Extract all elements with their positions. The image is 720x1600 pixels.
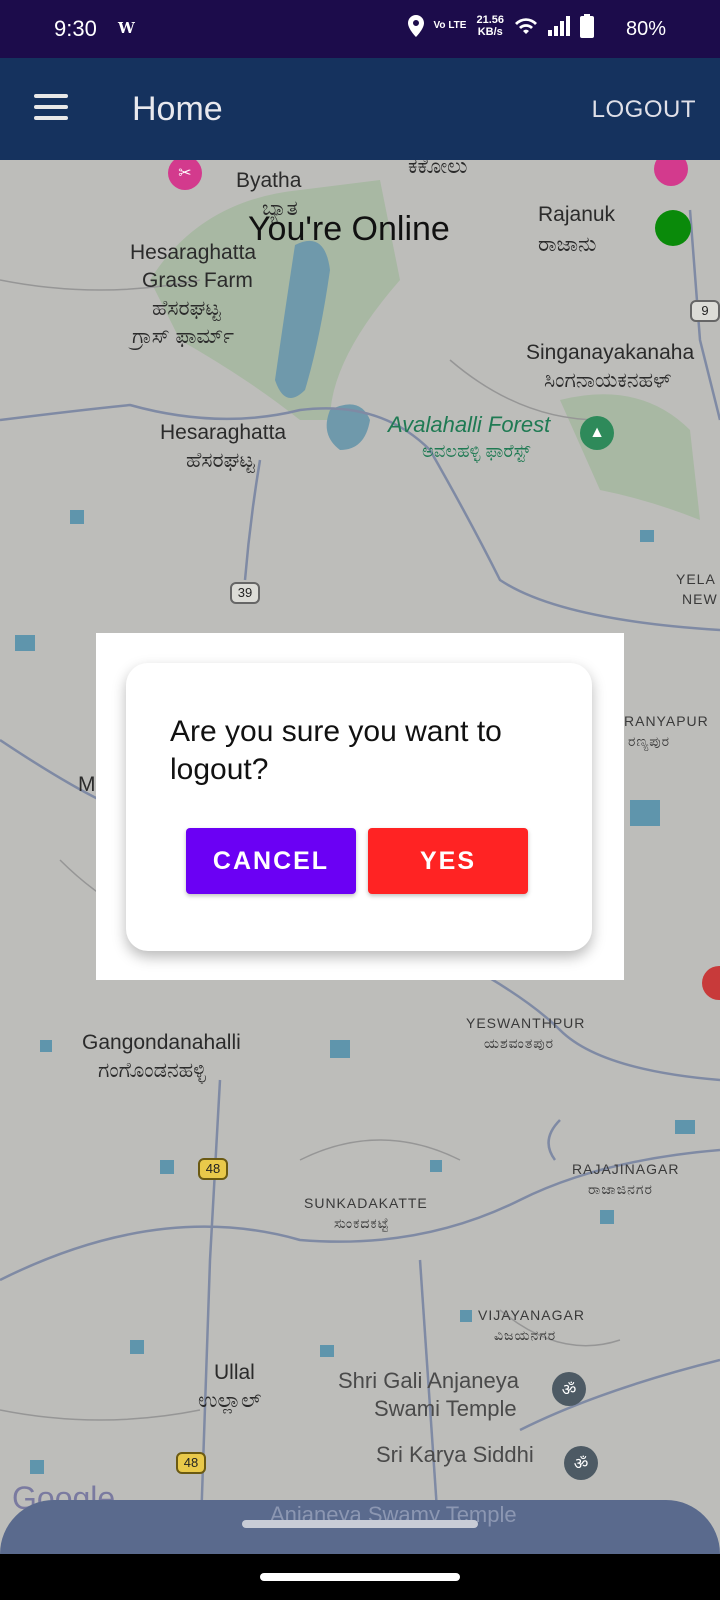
temple-icon-2[interactable]: ॐ [564,1446,598,1480]
network-speed: 21.56 KB/s [476,14,504,38]
map-label: Shri Gali Anjaneya [338,1368,519,1393]
online-status-dot [655,210,691,246]
dialog-message: Are you sure you want to logout? [170,715,502,786]
hamburger-menu-icon[interactable] [34,94,68,120]
location-icon [407,15,424,37]
system-nav-bar [0,1554,720,1600]
map-label: Grass Farm [142,269,253,292]
map-label: ಗ್ರಾಸ್ ಫಾರ್ಮ್ [132,325,235,348]
wifi-icon [515,18,537,34]
map-label: VIJAYANAGAR [478,1307,585,1323]
logout-button[interactable]: LOGOUT [592,96,696,124]
map-label: ವಿಜಯನಗರ [494,1327,557,1343]
map-label: SUNKADAKATTE [304,1195,428,1211]
status-time: 9:30 [54,16,97,41]
map-label: ಸುಂಕದಕಟ್ಟೆ [334,1215,390,1231]
map-label: Avalahalli Forest [388,412,551,437]
forest-poi-icon[interactable]: ▲ [580,416,614,450]
network-speed-value: 21.56 [476,14,504,26]
temple-icon[interactable]: ॐ [552,1372,586,1406]
map-label: Sri Karya Siddhi [376,1442,534,1467]
map-label: ರಾಜಾಜಿನಗರ [588,1181,653,1197]
map-label: ಕಕೋಲು [408,160,468,178]
map-label: Hesaraghatta [160,421,287,444]
highway-shield: 48 [198,1158,228,1180]
map-label: RAJAJINAGAR [572,1161,680,1177]
map-label: ಗಂಗೊಂಡನಹಳ್ಳಿ [98,1059,206,1082]
dialog-card: Are you sure you want to logout? CANCEL … [126,663,592,951]
app-bar: Home LOGOUT [0,58,720,160]
map-label: M [78,773,96,796]
battery-percent: 80% [625,18,666,40]
map-label: YELA [676,571,716,587]
yes-button[interactable]: YES [368,828,528,894]
map-label: Ullal [214,1361,255,1384]
map-label: Gangondanahalli [82,1031,241,1054]
page-title: Home [132,90,223,128]
map-label: ಅವಲಹಳ್ಳಿ ಫಾರೆಸ್ಟ್ [422,441,531,461]
map-label: ಸಿಂಗನಾಯಕನಹಳ್ [544,369,672,392]
signal-icon [548,16,570,36]
highway-shield: 48 [176,1452,206,1474]
logout-dialog: Are you sure you want to logout? CANCEL … [96,633,624,980]
map-label: Byatha [236,169,302,192]
map-label: Rajanuk [538,203,616,226]
map-label: RANYAPUR [624,713,709,729]
map-label: ರಣ್ಯಪುರ [628,733,671,749]
bottom-sheet[interactable]: Anjaneya Swamy Temple [0,1500,720,1554]
map-label: YESWANTHPUR [466,1015,586,1031]
online-status-text: You're Online [248,210,450,248]
map-label: Singanayakanaha [526,341,695,364]
map-label: ಉಲ್ಲಾಲ್ [198,1389,262,1412]
map-label: Hesaraghatta [130,241,257,264]
map-label: NEW [682,591,718,607]
map-label: ಹೆಸರಘಟ್ಟ [186,449,255,472]
carrier-logo-icon: W [118,19,135,37]
map-label: ಯಶವಂತಪುರ [484,1035,555,1051]
bottom-sheet-handle[interactable] [242,1520,478,1528]
network-speed-unit: KB/s [477,26,503,38]
highway-shield: 39 [230,582,260,604]
highway-shield: 9 [690,300,720,322]
status-bar: 9:30 W Vo LTE 21.56 KB/s 80% [0,0,720,58]
volte-indicator: Vo LTE [433,20,467,31]
map-label: ರಾಜಾನು [538,233,597,256]
home-gesture-pill[interactable] [260,1573,460,1581]
map-label: Swami Temple [374,1396,517,1421]
map-label: ಹೆಸರಘಟ್ಟ [152,297,221,320]
battery-icon [580,14,594,38]
cancel-button[interactable]: CANCEL [186,828,356,894]
status-icons: Vo LTE 21.56 KB/s [407,14,661,38]
